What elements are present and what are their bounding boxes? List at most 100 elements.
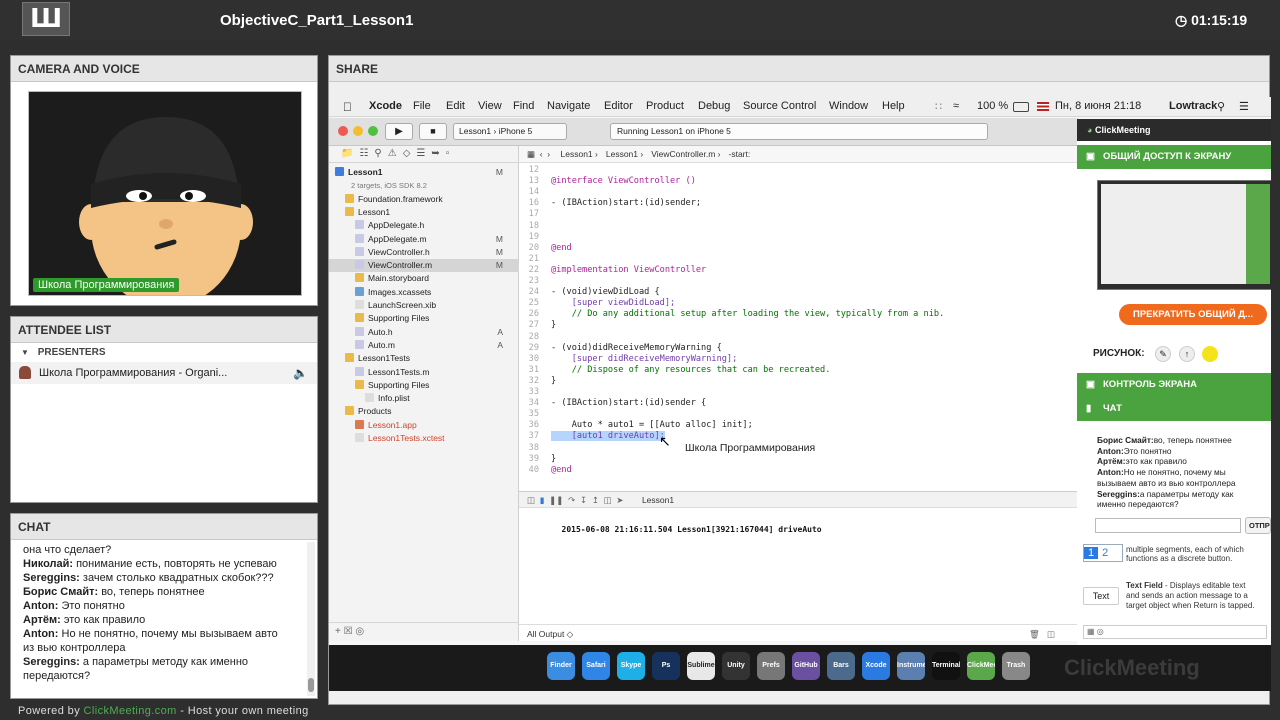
screen-control-section[interactable]: ▣ КОНТРОЛЬ ЭКРАНА xyxy=(1077,373,1271,397)
menu-view[interactable]: View xyxy=(478,100,502,112)
jump-bar[interactable]: ▦ ‹ › Lesson1 › Lesson1 › ViewController.m… xyxy=(519,146,1079,163)
navigator-file-item[interactable]: AppDelegate.h xyxy=(329,219,519,232)
chat-message: она что сделает? xyxy=(23,544,111,556)
library-filter[interactable]: ▦ ◎ xyxy=(1083,625,1267,639)
output-filter-select[interactable]: All Output ◇ xyxy=(527,629,573,639)
breadcrumb-item[interactable]: Lesson1 xyxy=(561,149,593,159)
xcode-icon[interactable]: Xcode xyxy=(862,652,890,680)
prefs-icon[interactable]: Prefs xyxy=(757,652,785,680)
bluetooth-icon[interactable]: ∷ xyxy=(935,100,942,113)
navigator-file-item[interactable]: Lesson1 xyxy=(329,206,519,219)
navigator-file-item[interactable]: Images.xcassets xyxy=(329,286,519,299)
folder-icon xyxy=(345,193,354,203)
clickmeeting-send-button[interactable]: ОТПР xyxy=(1245,517,1271,534)
run-button[interactable]: ▶ xyxy=(385,123,413,140)
file-icon xyxy=(365,393,374,403)
menu-editor[interactable]: Editor xyxy=(604,100,633,112)
console-filter-bar[interactable]: All Output ◇ 🗑 ◫ xyxy=(519,624,1079,642)
attendee-row[interactable]: Школа Программирования - Organi... 🔈 xyxy=(11,362,317,384)
stop-sharing-button[interactable]: ПРЕКРАТИТЬ ОБЩИЙ Д... xyxy=(1119,304,1267,325)
apple-icon[interactable]:  xyxy=(343,100,352,114)
trash-icon[interactable]: Trash xyxy=(1002,652,1030,680)
navigator-tabs[interactable]: 📁☷⚲⚠◇☰➥▫ xyxy=(329,146,519,163)
spotlight-search-icon[interactable]: ⚲ xyxy=(1217,100,1225,113)
github-icon[interactable]: GitHub xyxy=(792,652,820,680)
navigator-file-item[interactable]: Foundation.framework xyxy=(329,193,519,206)
close-window-icon[interactable] xyxy=(338,126,348,136)
navigator-file-item[interactable]: Auto.h A xyxy=(329,326,519,339)
notification-list-icon[interactable]: ☰ xyxy=(1239,100,1249,113)
menu-edit[interactable]: Edit xyxy=(446,100,465,112)
navigator-file-item[interactable]: Lesson1Tests.m xyxy=(329,366,519,379)
navigator-file-item[interactable]: Lesson1Tests.xctest xyxy=(329,432,519,445)
menu-find[interactable]: Find xyxy=(513,100,534,112)
instruments-icon[interactable]: Instruments xyxy=(897,652,925,680)
navigator-file-item[interactable]: Supporting Files xyxy=(329,379,519,392)
menu-product[interactable]: Product xyxy=(646,100,684,112)
scheme-selector[interactable]: Lesson1 › iPhone 5 xyxy=(453,123,567,140)
navigator-file-item[interactable]: ViewController.m M xyxy=(329,259,519,273)
battery-text: 100 % xyxy=(977,100,1009,112)
navigator-filter-bar[interactable]: + ☒ ◎ xyxy=(329,622,519,640)
menu-debug[interactable]: Debug xyxy=(698,100,730,112)
debug-toolbar[interactable]: ◫ ▮ ❚❚ ↷ ↧ ↥ ◫ ➤ Lesson1 xyxy=(519,492,1079,508)
ps-icon[interactable]: Ps xyxy=(652,652,680,680)
navigator-file-item[interactable]: Lesson1Tests xyxy=(329,352,519,365)
breadcrumb-item[interactable]: Lesson1 xyxy=(606,149,638,159)
navigator-file-item[interactable]: Supporting Files xyxy=(329,312,519,325)
navigator-file-item[interactable]: AppDelegate.m M xyxy=(329,233,519,246)
breadcrumb-item[interactable]: -start: xyxy=(729,149,751,159)
mac-user[interactable]: Lowtrack xyxy=(1169,100,1217,112)
footer-link[interactable]: ClickMeeting.com xyxy=(84,705,177,717)
code-editor[interactable]: ▦ ‹ › Lesson1 › Lesson1 › ViewController.m… xyxy=(519,146,1079,491)
wifi-icon[interactable]: ≈ xyxy=(953,100,959,112)
line-number: 39 xyxy=(528,453,539,464)
code-text: } xyxy=(551,453,557,464)
menu-xcode[interactable]: Xcode xyxy=(369,100,402,112)
split-view-icon[interactable]: ◫ xyxy=(1047,625,1055,643)
cm-chat-author: Борис Смайт: xyxy=(1097,435,1154,445)
debug-controls-icons[interactable]: ◫ ▮ ❚❚ ↷ ↧ ↥ ◫ ➤ xyxy=(527,495,624,505)
trash-icon[interactable]: 🗑 xyxy=(1029,625,1040,643)
jump-bar-nav-icon[interactable]: ▦ ‹ › xyxy=(527,149,550,159)
sublime-icon[interactable]: Sublime xyxy=(687,652,715,680)
color-picker-yellow[interactable] xyxy=(1202,346,1218,362)
bars-icon[interactable]: Bars xyxy=(827,652,855,680)
chat-text: Это понятно xyxy=(58,600,125,612)
safari-icon[interactable]: Safari xyxy=(582,652,610,680)
seg-desc-1: multiple segments, each of which xyxy=(1126,545,1244,554)
breadcrumb-item[interactable]: ViewController.m xyxy=(651,149,715,159)
flag-icon[interactable] xyxy=(1037,102,1049,111)
screen-share-section[interactable]: ▣ ОБЩИЙ ДОСТУП К ЭКРАНУ xyxy=(1077,145,1271,169)
presenters-group[interactable]: ▼ PRESENTERS xyxy=(21,347,106,358)
finder-icon[interactable]: Finder xyxy=(547,652,575,680)
navigator-file-item[interactable]: ViewController.h M xyxy=(329,246,519,259)
terminal-icon[interactable]: Terminal xyxy=(932,652,960,680)
menu-source-control[interactable]: Source Control xyxy=(743,100,816,112)
navigator-file-item[interactable]: LaunchScreen.xib xyxy=(329,299,519,312)
minimize-window-icon[interactable] xyxy=(353,126,363,136)
pencil-icon[interactable]: ✎ xyxy=(1155,346,1171,362)
navigator-file-item[interactable]: Lesson1 M xyxy=(329,166,519,179)
menu-navigate[interactable]: Navigate xyxy=(547,100,590,112)
menu-file[interactable]: File xyxy=(413,100,431,112)
navigator-file-item[interactable]: Main.storyboard xyxy=(329,272,519,285)
stop-button[interactable]: ■ xyxy=(419,123,447,140)
chat-section[interactable]: ▮ ЧАТ xyxy=(1077,397,1271,421)
clickmeeting-chat-input[interactable] xyxy=(1095,518,1241,533)
menu-help[interactable]: Help xyxy=(882,100,905,112)
navigator-file-item[interactable]: Products xyxy=(329,405,519,418)
pointer-icon[interactable]: ↑ xyxy=(1179,346,1195,362)
navigator-file-item[interactable]: Lesson1.app xyxy=(329,419,519,432)
menu-window[interactable]: Window xyxy=(829,100,868,112)
navigator-file-item[interactable]: Auto.m A xyxy=(329,339,519,352)
chat-scroll-thumb[interactable] xyxy=(308,678,314,692)
zoom-window-icon[interactable] xyxy=(368,126,378,136)
clickmeeting-chat-message: Артём:это как правило xyxy=(1097,456,1187,466)
skype-icon[interactable]: Skype xyxy=(617,652,645,680)
battery-icon[interactable] xyxy=(1013,102,1029,112)
unity-icon[interactable]: Unity xyxy=(722,652,750,680)
navigator-file-item[interactable]: Info.plist xyxy=(329,392,519,405)
chat-scrollbar[interactable] xyxy=(307,542,315,696)
clickmeeting-icon[interactable]: ClickMeeting xyxy=(967,652,995,680)
